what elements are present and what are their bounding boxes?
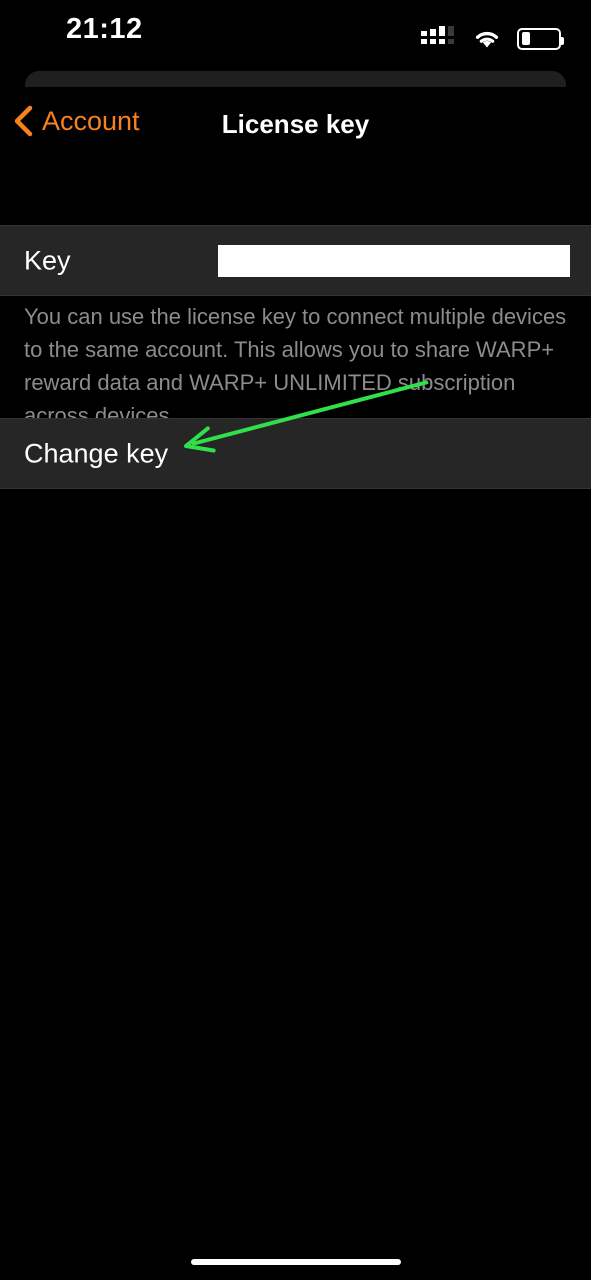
section-footer-text: You can use the license key to connect m… [24, 304, 567, 428]
key-row[interactable]: Key [0, 225, 591, 296]
change-key-row[interactable]: Change key [0, 418, 591, 489]
page-title: License key [221, 109, 370, 139]
home-indicator [191, 1259, 401, 1265]
change-key-label: Change key [24, 438, 169, 468]
key-value-redaction [218, 244, 570, 277]
app-screen: 21:12 Account License key Key You can us… [0, 0, 591, 1280]
status-bar-time: 21:12 [66, 13, 143, 45]
status-bar: 21:12 [0, 0, 591, 64]
annotation-arrow [184, 380, 429, 453]
background-sheet-edge [25, 71, 566, 87]
cellular-signal-icon [421, 26, 457, 51]
battery-icon [517, 27, 564, 50]
wifi-icon [472, 28, 502, 50]
status-bar-indicators [421, 26, 564, 51]
navigation-bar: Account License key [0, 96, 591, 160]
key-row-label: Key [24, 245, 71, 275]
